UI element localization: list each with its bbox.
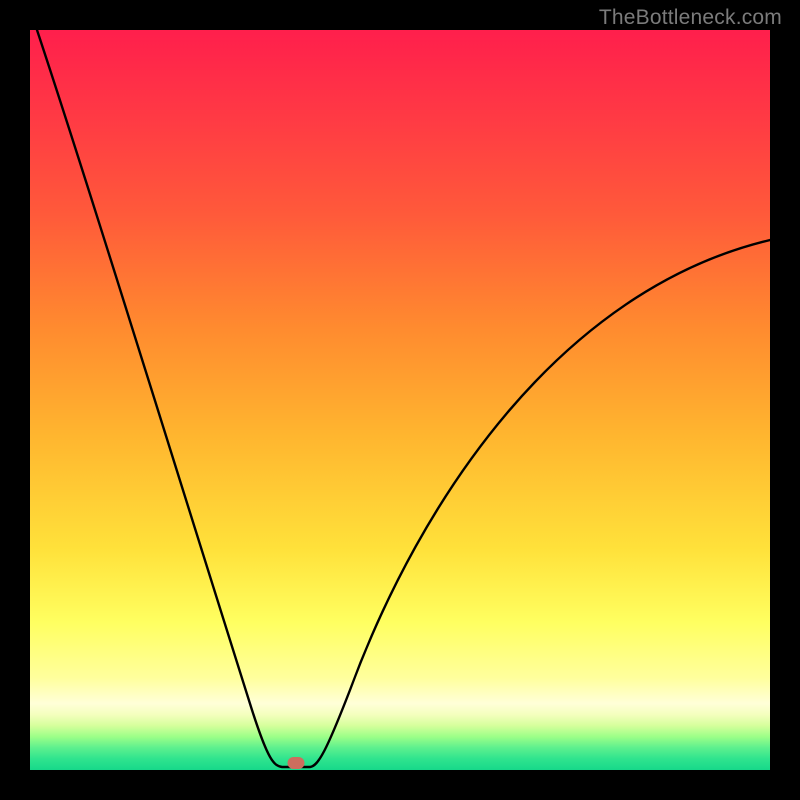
bottleneck-curve: [30, 30, 770, 770]
optimum-marker: [288, 757, 305, 769]
bottleneck-curve-path: [37, 30, 770, 767]
plot-area: [30, 30, 770, 770]
chart-frame: TheBottleneck.com: [0, 0, 800, 800]
watermark-text: TheBottleneck.com: [599, 6, 782, 30]
